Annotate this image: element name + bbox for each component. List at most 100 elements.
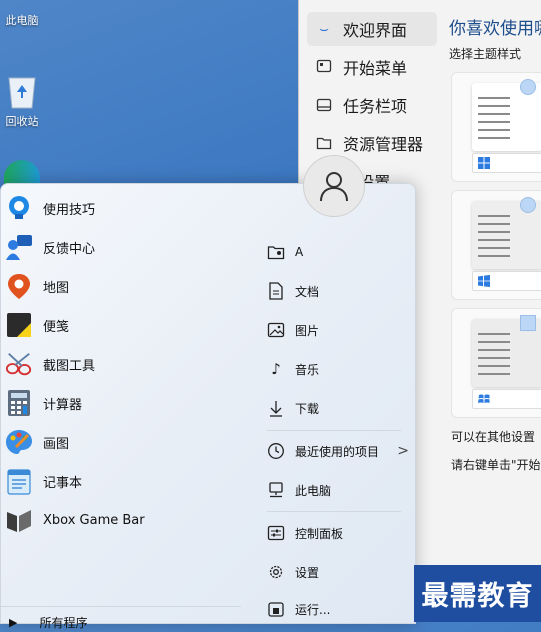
- place-item-settings[interactable]: 设置: [267, 555, 407, 589]
- all-programs-button[interactable]: ▶ 所有程序: [1, 612, 87, 632]
- all-programs-label: 所有程序: [39, 615, 88, 630]
- theme-card-1[interactable]: [451, 72, 541, 182]
- settings-hint: 请右键单击"开始: [451, 458, 541, 472]
- place-label: 运行...: [295, 602, 331, 617]
- app-item-sticky-notes[interactable]: 便笺: [5, 307, 235, 343]
- divider: [267, 430, 401, 431]
- place-label: 最近使用的项目: [295, 444, 380, 459]
- computer-icon: [267, 481, 285, 499]
- taskbar-icon: [315, 96, 333, 114]
- notepad-icon: [5, 467, 33, 495]
- page-title: 你喜欢使用哪: [449, 19, 541, 39]
- place-item-user[interactable]: A: [267, 235, 407, 269]
- app-label: 使用技巧: [43, 202, 96, 218]
- arrow-right-icon: ▶: [9, 615, 18, 629]
- settings-content: 你喜欢使用哪 选择主题样式: [449, 14, 541, 62]
- theme-card-3[interactable]: [451, 308, 541, 418]
- folder-icon: [315, 134, 333, 152]
- paint-icon: [5, 428, 33, 456]
- place-label: 下载: [295, 401, 320, 416]
- user-icon: [320, 172, 348, 202]
- app-item-feedback-hub[interactable]: 反馈中心: [5, 229, 235, 265]
- app-label: 计算器: [43, 397, 83, 413]
- smile-icon: ⌣: [319, 20, 329, 38]
- app-item-snipping-tool[interactable]: 截图工具: [5, 346, 235, 382]
- user-folder-icon: [267, 243, 285, 261]
- nav-item-welcome[interactable]: ⌣ 欢迎界面: [307, 12, 437, 46]
- desktop-icon-recycle-bin[interactable]: 回收站: [0, 72, 52, 129]
- place-label: A: [295, 245, 304, 259]
- nav-item-taskbar[interactable]: 任务栏项: [307, 88, 437, 122]
- run-icon: [267, 600, 285, 618]
- desktop-icon-this-pc[interactable]: 此电脑: [0, 0, 52, 28]
- place-item-control-panel[interactable]: 控制面板: [267, 516, 407, 550]
- windows-logo-icon: [478, 275, 490, 287]
- user-avatar[interactable]: [303, 155, 365, 217]
- maps-icon: [5, 272, 33, 300]
- app-label: 截图工具: [43, 358, 96, 374]
- app-label: 反馈中心: [43, 241, 96, 257]
- gear-icon: [267, 563, 285, 581]
- place-label: 图片: [295, 323, 320, 338]
- feedback-hub-icon: [5, 233, 33, 261]
- watermark-logo: 最需教育: [414, 565, 541, 622]
- place-item-recent[interactable]: 最近使用的项目 >: [267, 434, 409, 468]
- control-panel-icon: [267, 524, 285, 542]
- start-menu-icon: [315, 58, 333, 76]
- calculator-icon: [5, 389, 33, 417]
- theme-preview: [472, 315, 541, 387]
- place-item-pictures[interactable]: 图片: [267, 313, 407, 347]
- app-item-calculator[interactable]: 计算器: [5, 385, 235, 421]
- music-icon: ♪: [271, 360, 281, 378]
- place-label: 控制面板: [295, 526, 344, 541]
- xbox-icon: [5, 506, 33, 534]
- divider: [1, 606, 241, 607]
- theme-preview: [472, 79, 541, 151]
- desktop-icon-label: 此电脑: [5, 14, 39, 27]
- snipping-tool-icon: [5, 350, 33, 378]
- windows-logo-icon: [478, 394, 490, 403]
- app-label: 画图: [43, 436, 70, 452]
- app-item-maps[interactable]: 地图: [5, 268, 235, 304]
- recent-icon: [267, 442, 285, 460]
- taskbar-preview: [472, 153, 541, 173]
- nav-item-label: 资源管理器: [343, 135, 424, 154]
- download-icon: [267, 399, 285, 417]
- place-label: 此电脑: [295, 483, 332, 498]
- desktop-icon-label: 回收站: [5, 115, 39, 128]
- place-item-run[interactable]: 运行...: [267, 592, 407, 626]
- app-item-notepad[interactable]: 记事本: [5, 463, 235, 499]
- app-label: 记事本: [43, 475, 83, 491]
- place-item-music[interactable]: ♪ 音乐: [267, 352, 407, 386]
- app-item-tips[interactable]: 使用技巧: [5, 190, 235, 226]
- computer-icon: [0, 0, 52, 12]
- place-item-this-pc[interactable]: 此电脑: [267, 473, 407, 507]
- theme-subtitle: 选择主题样式: [449, 47, 522, 61]
- app-item-xbox-game-bar[interactable]: Xbox Game Bar: [5, 502, 235, 538]
- taskbar-preview: [472, 389, 541, 409]
- settings-note: 可以在其他设置: [451, 430, 536, 444]
- nav-item-start-menu[interactable]: 开始菜单: [307, 50, 437, 84]
- chevron-right-icon: >: [397, 443, 409, 459]
- app-label: Xbox Game Bar: [43, 512, 145, 528]
- theme-card-2[interactable]: [451, 190, 541, 300]
- nav-item-label: 开始菜单: [343, 59, 408, 78]
- start-menu: 使用技巧 反馈中心 地图 便笺 截图工具 计算器 画图 记事本 Xbox Gam…: [0, 183, 416, 630]
- divider: [267, 511, 401, 512]
- document-icon: [267, 282, 285, 300]
- picture-icon: [267, 321, 285, 339]
- app-label: 地图: [43, 280, 70, 296]
- nav-item-label: 任务栏项: [343, 97, 408, 116]
- app-label: 便笺: [43, 319, 70, 335]
- place-item-documents[interactable]: 文档: [267, 274, 407, 308]
- place-item-downloads[interactable]: 下载: [267, 391, 407, 425]
- taskbar-preview: [472, 271, 541, 291]
- tips-icon: [5, 194, 33, 222]
- place-label: 文档: [295, 284, 320, 299]
- windows-logo-icon: [478, 157, 490, 169]
- theme-preview: [472, 197, 541, 269]
- app-item-paint[interactable]: 画图: [5, 424, 235, 460]
- recycle-bin-icon: [8, 77, 36, 109]
- sticky-notes-icon: [5, 311, 33, 339]
- place-label: 设置: [295, 565, 320, 580]
